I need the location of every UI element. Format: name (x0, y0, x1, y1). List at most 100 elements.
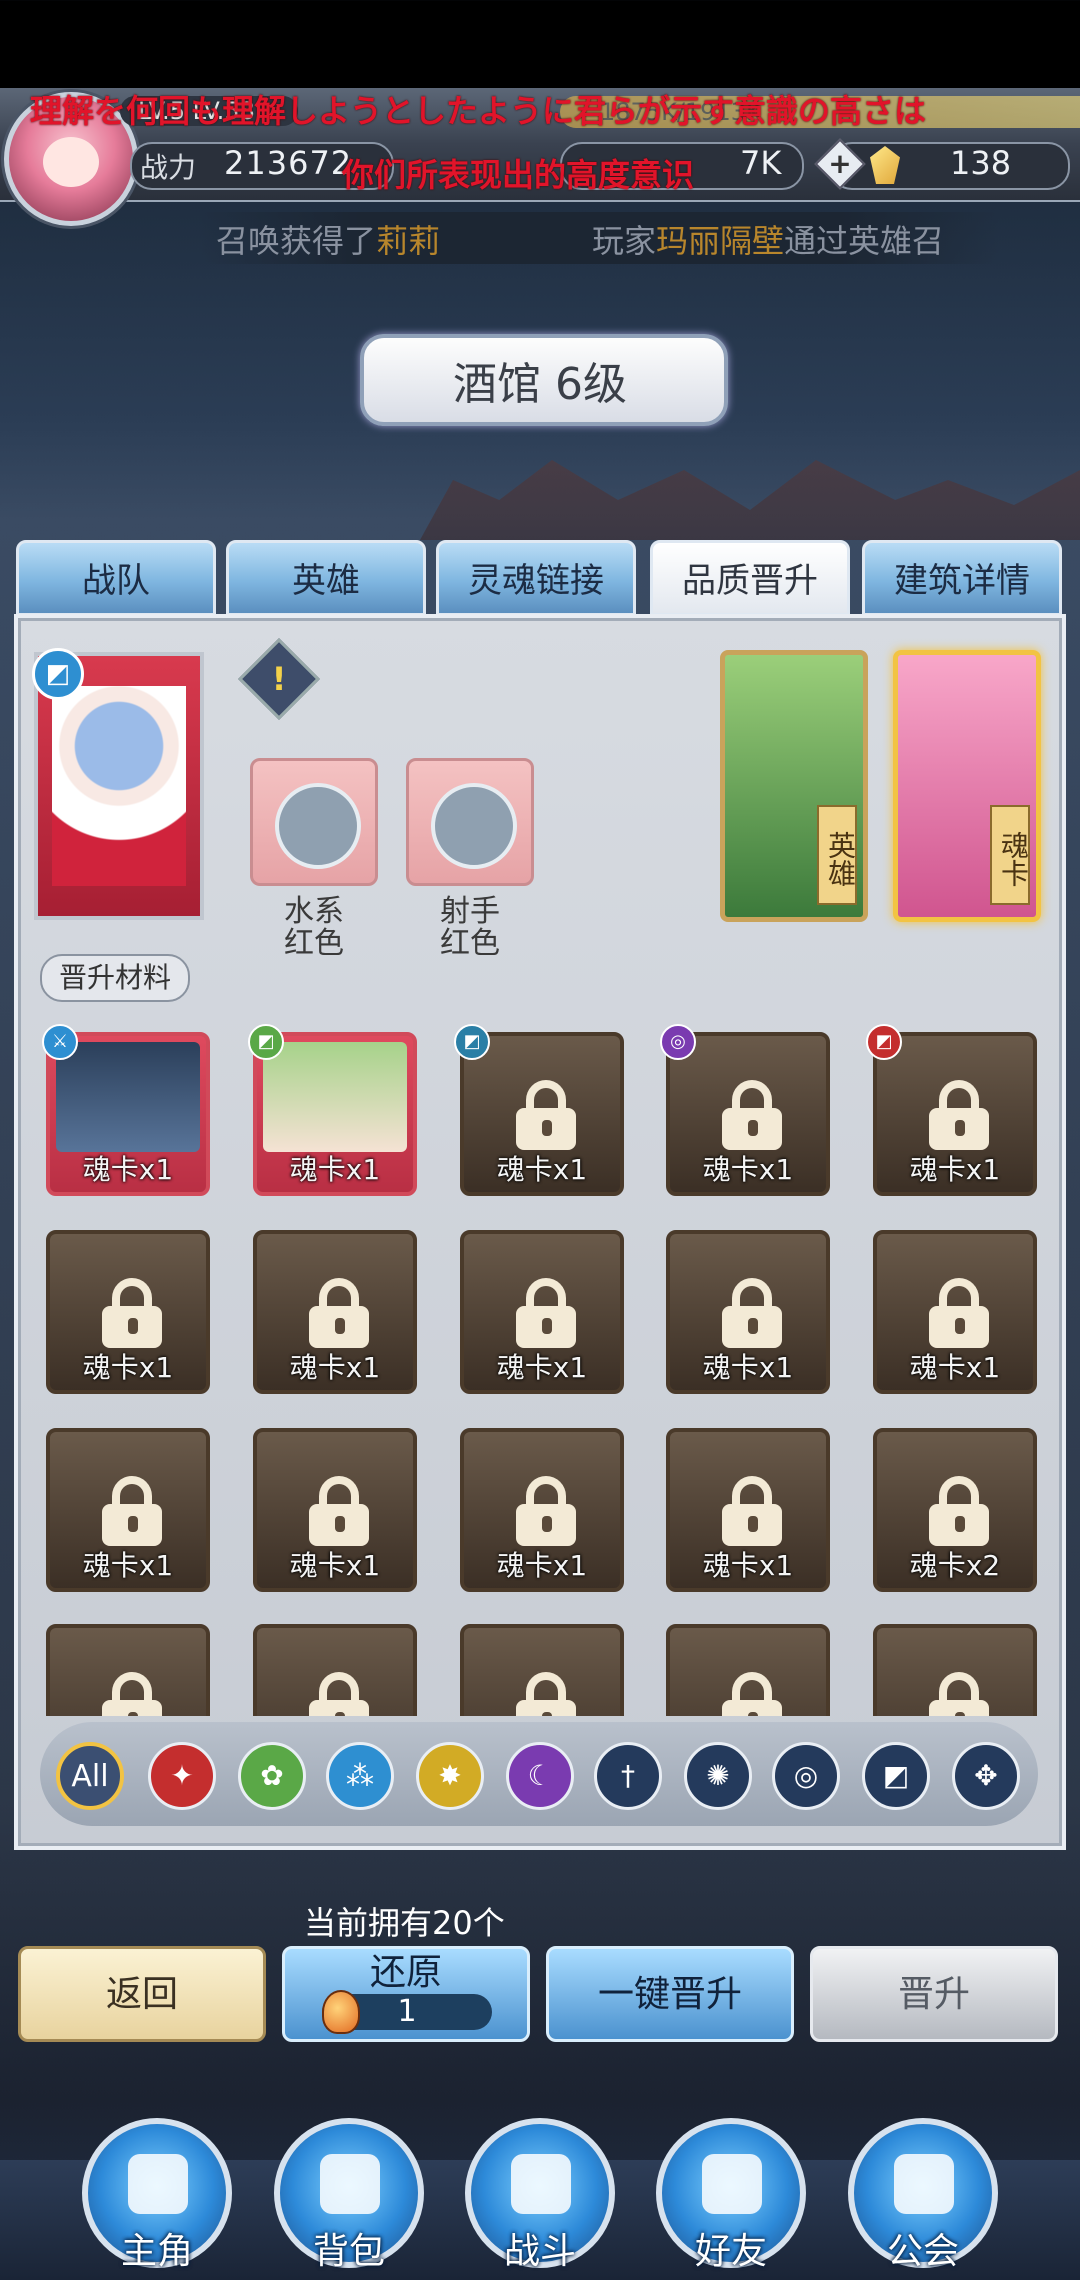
plus-icon: + (828, 147, 852, 180)
hero-tag: 英雄 (817, 805, 857, 905)
nature-badge-icon: ◩ (248, 1024, 284, 1060)
lock-icon (929, 1476, 989, 1546)
promote-button[interactable]: 晋升 (810, 1946, 1058, 2042)
crossed-swords-icon (511, 2154, 571, 2214)
material-card-locked[interactable]: 魂卡x1 (873, 1230, 1037, 1394)
materials-label: 晋升材料 (40, 954, 190, 1002)
lock-icon (929, 1080, 989, 1150)
one-key-promote-button[interactable]: 一键晋升 (546, 1946, 794, 2042)
power-value: 213672 (224, 144, 353, 182)
material-card-locked[interactable] (666, 1624, 830, 1716)
lock-icon (102, 1278, 162, 1348)
material-card-locked[interactable]: 魂卡x1 (253, 1230, 417, 1394)
nav-guild-label: 公会 (886, 2231, 959, 2272)
tab-soul-link[interactable]: 灵魂链接 (436, 540, 636, 616)
archer-filter-icon[interactable]: ◩ (862, 1742, 930, 1810)
lock-icon (102, 1672, 162, 1716)
guild-emblem-icon (894, 2154, 954, 2214)
requirement-class (406, 758, 534, 886)
material-card-locked[interactable] (873, 1624, 1037, 1716)
dark-filter-icon[interactable]: ☾ (506, 1742, 574, 1810)
material-card-locked[interactable] (46, 1624, 210, 1716)
material-count: 魂卡x1 (496, 1549, 588, 1582)
tab-building-details[interactable]: 建筑详情 (862, 540, 1062, 616)
power-label: 战力 (140, 151, 197, 184)
priest-filter-icon[interactable]: ✥ (952, 1742, 1020, 1810)
back-button[interactable]: 返回 (18, 1946, 266, 2042)
nav-battle-label: 战斗 (503, 2231, 576, 2272)
water-badge-icon: ◩ (454, 1024, 490, 1060)
material-card-locked[interactable]: 魂卡x1 (253, 1428, 417, 1592)
fire-filter-icon[interactable]: ✦ (148, 1742, 216, 1810)
soul-tag: 魂卡 (990, 805, 1030, 905)
owned-count-text: 当前拥有20个 (304, 1904, 505, 1942)
castle-background (420, 460, 1080, 540)
subtitle-japanese: 理解を何回も理解しようとしたように君らが示す意識の高さは (30, 92, 927, 130)
material-card-locked[interactable]: 魂卡x1 (46, 1230, 210, 1394)
material-grid-partial-row (40, 1624, 1040, 1716)
material-count: 魂卡x1 (909, 1351, 1001, 1384)
nature-filter-icon[interactable]: ✿ (238, 1742, 306, 1810)
lock-icon (722, 1278, 782, 1348)
resource-3-value: 138 (950, 144, 1012, 182)
nav-bag-label: 背包 (312, 2231, 385, 2272)
subtitle-chinese: 你们所表现出的高度意识 (342, 156, 695, 194)
ticker-text: 通过英雄召 (784, 222, 945, 260)
material-card-locked[interactable] (460, 1624, 624, 1716)
material-card[interactable]: 魂卡x1 (253, 1032, 417, 1196)
lock-icon (516, 1278, 576, 1348)
warrior-filter-icon[interactable]: † (594, 1742, 662, 1810)
material-card-locked[interactable]: 魂卡x1 (666, 1428, 830, 1592)
requirement-element (250, 758, 378, 886)
helmet-icon (128, 2154, 188, 2214)
material-card-locked[interactable]: 魂卡x1 (460, 1428, 624, 1592)
material-card-locked[interactable]: 魂卡x1 (666, 1230, 830, 1394)
material-count: 魂卡x1 (702, 1549, 794, 1582)
backpack-icon (320, 2154, 380, 2214)
restore-count: 1 (397, 1994, 417, 2029)
material-count: 魂卡x1 (82, 1351, 174, 1384)
soul-card-option-card[interactable]: 魂卡 (893, 650, 1041, 922)
material-count: 魂卡x1 (496, 1351, 588, 1384)
lock-icon (102, 1476, 162, 1546)
lock-icon (309, 1672, 369, 1716)
material-card-locked[interactable]: 魂卡x1 (873, 1032, 1037, 1196)
light-filter-icon[interactable]: ✸ (416, 1742, 484, 1810)
lock-icon (929, 1278, 989, 1348)
resource-2-value: 7K (740, 144, 782, 182)
fire-badge-icon: ◩ (866, 1024, 902, 1060)
material-card-locked[interactable]: 魂卡x1 (460, 1230, 624, 1394)
material-count: 魂卡x1 (82, 1153, 174, 1186)
lock-icon (722, 1672, 782, 1716)
material-card-locked[interactable]: 魂卡x2 (873, 1428, 1037, 1592)
material-count: 魂卡x1 (289, 1549, 381, 1582)
material-card-locked[interactable]: 魂卡x1 (460, 1032, 624, 1196)
exclamation-icon: ! (271, 660, 287, 698)
nav-friends-label: 好友 (694, 2231, 767, 2272)
material-card-locked[interactable]: 魂卡x1 (666, 1032, 830, 1196)
ticker-highlight: 莉莉 (376, 222, 441, 260)
tab-team[interactable]: 战队 (16, 540, 216, 616)
tab-heroes[interactable]: 英雄 (226, 540, 426, 616)
hero-option-card[interactable]: 英雄 (720, 650, 868, 922)
tab-quality-promotion[interactable]: 品质晋升 (650, 540, 850, 616)
water-filter-icon[interactable]: ⁂ (326, 1742, 394, 1810)
lock-icon (722, 1476, 782, 1546)
material-card-locked[interactable]: 魂卡x1 (46, 1428, 210, 1592)
material-count: 魂卡x1 (702, 1351, 794, 1384)
lock-icon (309, 1278, 369, 1348)
archer-class-icon (431, 783, 517, 869)
material-card[interactable]: 魂卡x1 (46, 1032, 210, 1196)
water-badge-icon: ⚔ (42, 1024, 78, 1060)
material-count: 魂卡x1 (289, 1351, 381, 1384)
filter-all[interactable]: All (56, 1742, 124, 1810)
handshake-icon (702, 2154, 762, 2214)
ticker-highlight: 玛丽隔壁 (656, 222, 785, 260)
ticker-text: 召唤获得了 (216, 222, 377, 260)
support-filter-icon[interactable]: ◎ (772, 1742, 840, 1810)
mage-filter-icon[interactable]: ✺ (684, 1742, 752, 1810)
req-line: 水系 红色 (284, 894, 344, 961)
material-count: 魂卡x1 (702, 1153, 794, 1186)
lock-icon (516, 1476, 576, 1546)
material-card-locked[interactable] (253, 1624, 417, 1716)
